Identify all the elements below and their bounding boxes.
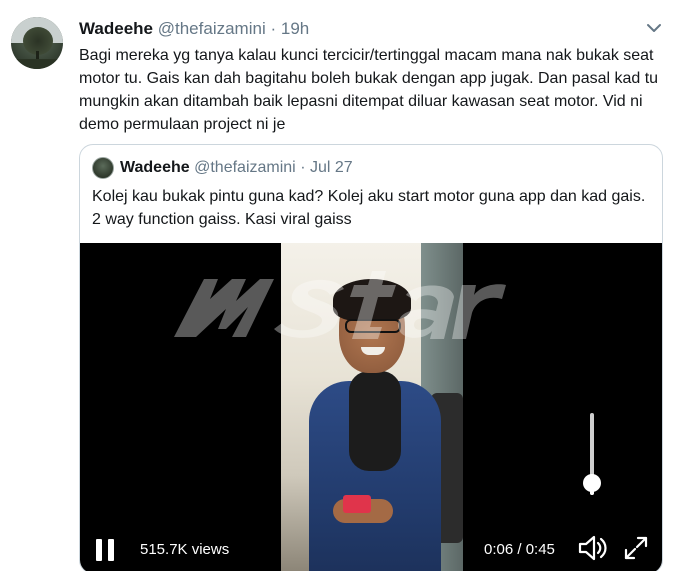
video-time: 0:06 / 0:45 — [484, 541, 555, 558]
video-player[interactable]: 515.7K views 0:06 / 0:45 — [80, 243, 662, 571]
quoted-tweet-text: Kolej kau bukak pintu guna kad? Kolej ak… — [92, 188, 646, 228]
meta-separator: · — [270, 19, 277, 38]
quoted-tweet[interactable]: Wadeehe @thefaizamini · Jul 27 Kolej kau… — [79, 144, 663, 571]
author-name[interactable]: Wadeehe — [79, 19, 153, 38]
tweet-text: Bagi mereka yg tanya kalau kunci tercici… — [79, 47, 659, 133]
quoted-author-avatar[interactable] — [92, 157, 114, 179]
volume-slider-handle[interactable] — [583, 474, 601, 492]
tweet-header: Wadeehe @thefaizamini · 19h — [79, 18, 309, 40]
quoted-meta-separator: · — [300, 159, 306, 176]
quoted-author-handle: @thefaizamini — [194, 159, 296, 176]
author-handle[interactable]: @thefaizamini — [158, 19, 266, 38]
volume-icon[interactable] — [577, 533, 609, 563]
author-avatar[interactable] — [11, 17, 63, 69]
chevron-down-icon[interactable] — [646, 22, 662, 34]
quoted-tweet-time: Jul 27 — [309, 159, 353, 176]
pause-icon[interactable] — [96, 539, 114, 561]
fullscreen-icon[interactable] — [623, 535, 649, 561]
view-count: 515.7K views — [140, 541, 230, 558]
tweet-time[interactable]: 19h — [281, 19, 309, 38]
quoted-author-name: Wadeehe — [120, 159, 190, 176]
watermark-logo — [174, 271, 506, 339]
quoted-tweet-header: Wadeehe @thefaizamini · Jul 27 — [120, 157, 353, 179]
